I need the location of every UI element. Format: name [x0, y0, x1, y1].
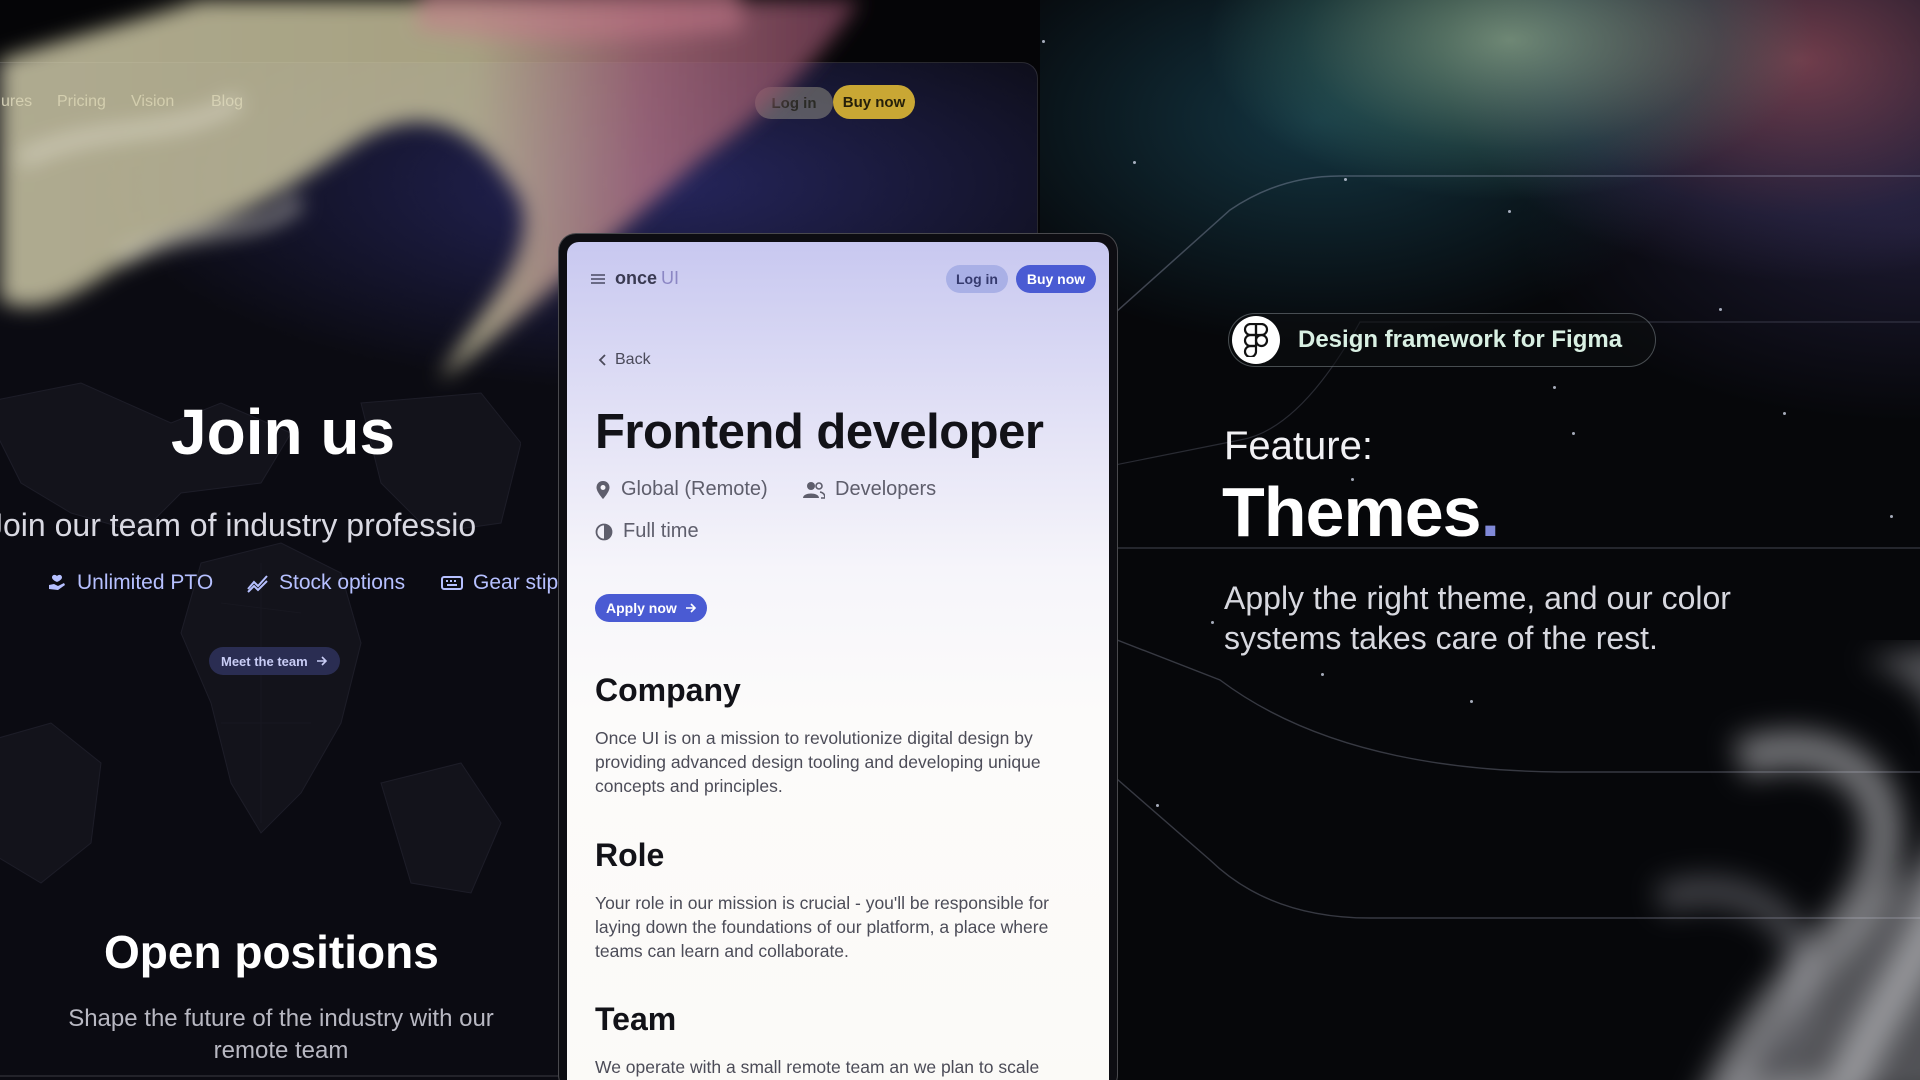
- location-pin-icon: [596, 480, 610, 499]
- feature-kicker: Feature:: [1224, 424, 1373, 468]
- phone-frame: once UI Log in Buy now Back Frontend dev…: [558, 233, 1118, 1080]
- apply-now-label: Apply now: [606, 600, 677, 616]
- people-icon: [803, 481, 825, 499]
- perk-label: Unlimited PTO: [77, 571, 214, 594]
- perk-label: Stock options: [279, 571, 406, 594]
- open-positions-subtitle: Shape the future of the industry with ou…: [68, 1005, 494, 1064]
- perk-stock-options: Stock options: [247, 571, 405, 595]
- star: [1572, 432, 1575, 435]
- section-heading-team: Team: [595, 1001, 677, 1037]
- star: [1042, 40, 1045, 43]
- figma-badge-label: Design framework for Figma: [1298, 326, 1623, 353]
- star: [1156, 804, 1159, 807]
- back-label: Back: [615, 351, 651, 368]
- section-heading-role: Role: [595, 837, 665, 873]
- hand-heart-icon: [49, 574, 65, 590]
- job-department: Developers: [803, 478, 936, 501]
- job-employment-label: Full time: [623, 520, 699, 542]
- section-body-role: Your role in our mission is crucial - yo…: [595, 893, 1050, 961]
- perk-label: Gear stip: [473, 571, 559, 594]
- top-navigation: ures Pricing Vision Blog Log in Buy now: [0, 63, 1037, 139]
- feature-title-text: Themes: [1222, 473, 1482, 551]
- screenshot-stage: Design framework for Figma Feature: Them…: [0, 0, 1920, 1080]
- feature-description: Apply the right theme, and our color sys…: [1224, 580, 1731, 656]
- login-button[interactable]: Log in: [946, 265, 1008, 293]
- menu-icon[interactable]: [591, 273, 605, 284]
- job-title: Frontend developer: [595, 405, 1044, 459]
- feature-title-accent-dot: .: [1480, 473, 1500, 551]
- join-us-title: Join us: [171, 396, 396, 468]
- section-heading-company: Company: [595, 672, 741, 708]
- buy-now-button[interactable]: Buy now: [1016, 265, 1096, 293]
- star: [1719, 308, 1722, 311]
- section-body-company: Once UI is on a mission to revolutionize…: [595, 728, 1041, 796]
- job-location: Global (Remote): [595, 478, 768, 501]
- job-location-label: Global (Remote): [621, 478, 768, 500]
- meet-the-team-label: Meet the team: [221, 653, 308, 669]
- arrow-right-icon: [316, 656, 327, 666]
- job-department-label: Developers: [835, 478, 937, 500]
- star: [1553, 386, 1556, 389]
- star: [1321, 673, 1324, 676]
- chart-icon: [247, 575, 268, 593]
- chevron-left-icon: [598, 354, 606, 366]
- star: [1344, 178, 1347, 181]
- star: [1470, 700, 1473, 703]
- arrow-right-icon: [685, 603, 696, 613]
- login-button[interactable]: Log in: [755, 87, 833, 119]
- open-positions-title: Open positions: [104, 926, 439, 978]
- clock-icon: [595, 523, 613, 540]
- brand-name: once: [615, 268, 658, 288]
- section-body-team: We operate with a small remote team an w…: [595, 1057, 1040, 1077]
- perk-unlimited-pto: Unlimited PTO: [47, 571, 213, 595]
- buy-now-button[interactable]: Buy now: [833, 85, 915, 119]
- feature-title: Themes.: [1222, 472, 1500, 552]
- star: [1211, 621, 1214, 624]
- keyboard-icon: [441, 576, 463, 590]
- star: [1133, 161, 1136, 164]
- nav-link-pricing[interactable]: Pricing: [57, 93, 106, 111]
- nav-link-vision[interactable]: Vision: [131, 93, 174, 111]
- nav-link-features[interactable]: ures: [1, 93, 32, 111]
- figma-icon: [1232, 316, 1280, 364]
- brand-logo[interactable]: once UI: [591, 268, 679, 289]
- back-link[interactable]: Back: [597, 351, 651, 369]
- nav-link-blog[interactable]: Blog: [211, 93, 243, 111]
- job-employment-type: Full time: [595, 520, 699, 543]
- job-detail-screen: once UI Log in Buy now Back Frontend dev…: [567, 242, 1109, 1080]
- perk-gear-stipend: Gear stip: [441, 571, 558, 595]
- star: [1890, 515, 1893, 518]
- figma-badge[interactable]: Design framework for Figma: [1228, 313, 1656, 367]
- meet-the-team-button[interactable]: Meet the team: [209, 647, 340, 675]
- star: [1783, 412, 1786, 415]
- join-us-subtitle: Join our team of industry professio: [0, 507, 477, 543]
- apply-now-button[interactable]: Apply now: [595, 594, 707, 622]
- brand-name-suffix: UI: [661, 268, 680, 288]
- star: [1508, 210, 1511, 213]
